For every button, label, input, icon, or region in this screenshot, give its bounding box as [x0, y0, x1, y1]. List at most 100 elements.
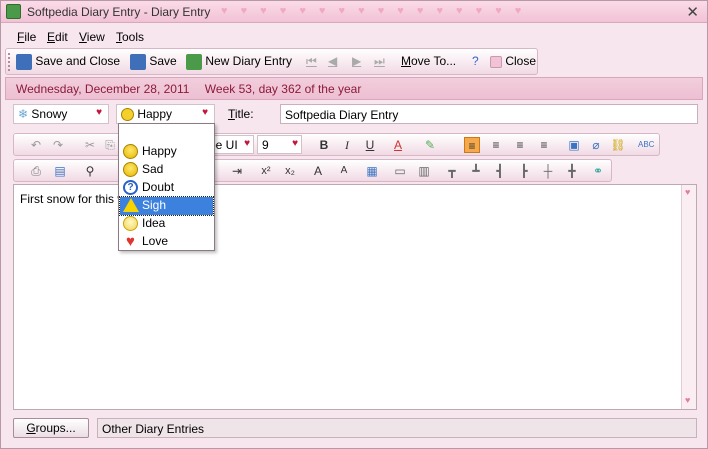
- insert-image-icon[interactable]: ▣: [566, 137, 582, 153]
- insert-table-icon[interactable]: ▦: [364, 163, 380, 179]
- redo-icon[interactable]: ↷: [50, 137, 66, 153]
- delete-row-icon[interactable]: ┻: [468, 163, 484, 179]
- table-row-icon[interactable]: ▭: [392, 163, 408, 179]
- undo-icon[interactable]: ↶: [28, 137, 44, 153]
- mood-option-label: Happy: [142, 144, 177, 158]
- align-left-icon[interactable]: ≡: [464, 137, 480, 153]
- superscript-icon[interactable]: x²: [258, 163, 274, 179]
- new-diary-entry-label: New Diary Entry: [205, 54, 293, 69]
- bold-icon[interactable]: B: [316, 137, 332, 153]
- highlight-icon[interactable]: ✎: [422, 137, 438, 153]
- grow-font-icon[interactable]: A: [310, 163, 326, 179]
- mood-option-idea[interactable]: Idea: [120, 215, 213, 233]
- window-close-button[interactable]: ✕: [686, 3, 699, 21]
- merge-cells-icon[interactable]: ┫: [492, 163, 508, 179]
- save-and-close-button[interactable]: Save and Close: [16, 54, 120, 70]
- save-close-icon: [16, 54, 32, 70]
- heart-icon: ♥: [126, 233, 135, 250]
- mood-dropdown-list: Happy Sad ? Doubt Sigh Idea ♥ Love: [118, 123, 215, 251]
- shrink-font-icon[interactable]: A: [336, 163, 352, 179]
- entry-date: Wednesday, December 28, 2011: [16, 82, 190, 96]
- heart-dropdown-icon: ♥: [96, 107, 102, 118]
- justify-icon[interactable]: ≡: [536, 137, 552, 153]
- save-and-close-label: Save and Close: [35, 54, 121, 69]
- happy-icon: [123, 144, 138, 159]
- move-to-button[interactable]: Move To...: [401, 54, 456, 68]
- main-toolbar: Save and Close Save New Diary Entry ⏮ ◀ …: [5, 48, 538, 75]
- mood-option-love[interactable]: ♥ Love: [120, 233, 213, 251]
- heart-dropdown-icon: ♥: [202, 107, 208, 118]
- menu-file[interactable]: File: [17, 30, 36, 44]
- close-button[interactable]: Close: [490, 54, 536, 68]
- subscript-icon[interactable]: x₂: [282, 163, 298, 179]
- mood-option-doubt[interactable]: ? Doubt: [120, 179, 213, 197]
- align-right-icon[interactable]: ≡: [512, 137, 528, 153]
- toolbar-grip[interactable]: [8, 53, 11, 71]
- italic-icon[interactable]: I: [339, 137, 355, 153]
- first-entry-icon[interactable]: ⏮: [306, 54, 317, 69]
- scroll-up-icon[interactable]: ♥: [685, 187, 690, 197]
- font-size-select[interactable]: 9 ♥: [257, 135, 302, 154]
- font-color-icon[interactable]: A: [390, 137, 406, 153]
- window-title: Softpedia Diary Entry - Diary Entry: [27, 5, 211, 19]
- hyperlink-icon[interactable]: ⚭: [590, 163, 606, 179]
- other-diary-entries-field[interactable]: Other Diary Entries: [97, 418, 697, 438]
- split-cells-icon[interactable]: ┣: [516, 163, 532, 179]
- mood-option-happy[interactable]: Happy: [120, 143, 213, 161]
- insert-row-icon[interactable]: ┳: [444, 163, 460, 179]
- menu-tools[interactable]: Tools: [116, 30, 144, 44]
- cut-icon[interactable]: ✂: [82, 137, 98, 153]
- insert-link-icon[interactable]: ⛓: [610, 137, 626, 153]
- entry-editor[interactable]: First snow for this w ♥ ♥: [13, 184, 697, 410]
- preview-icon[interactable]: ▤: [52, 163, 68, 179]
- entry-text: First snow for this w: [20, 192, 127, 206]
- mood-select[interactable]: Happy ♥: [116, 104, 215, 124]
- sad-icon: [123, 162, 138, 177]
- table-col-icon[interactable]: ▥: [416, 163, 432, 179]
- align-center-icon[interactable]: ≡: [488, 137, 504, 153]
- font-size-value: 9: [262, 138, 269, 152]
- save-button[interactable]: Save: [130, 54, 177, 70]
- mood-value: Happy: [137, 107, 173, 121]
- find-icon[interactable]: ⚲: [82, 163, 98, 179]
- weather-select[interactable]: ❄ Snowy ♥: [13, 104, 109, 124]
- menu-edit[interactable]: Edit: [47, 30, 68, 44]
- mood-option-label: Idea: [142, 216, 166, 230]
- new-diary-entry-button[interactable]: New Diary Entry: [186, 54, 292, 70]
- warning-icon: [123, 198, 139, 212]
- diary-entry-window: Softpedia Diary Entry - Diary Entry ♥ ♥ …: [0, 0, 708, 449]
- heart-dropdown-icon: ♥: [244, 138, 250, 149]
- print-icon[interactable]: ⎙: [28, 163, 44, 179]
- mood-option-label: Sad: [142, 162, 164, 176]
- snowflake-icon: ❄: [18, 107, 29, 121]
- close-icon: [490, 55, 502, 68]
- spellcheck-icon[interactable]: ABC: [638, 137, 654, 153]
- save-label: Save: [149, 54, 177, 69]
- previous-entry-icon[interactable]: ◀: [328, 54, 337, 68]
- date-bar: Wednesday, December 28, 2011 Week 53, da…: [5, 77, 703, 100]
- save-icon: [130, 54, 146, 70]
- menu-view[interactable]: View: [79, 30, 105, 44]
- title-label: Title:: [228, 107, 254, 121]
- underline-icon[interactable]: U: [362, 137, 378, 153]
- groups-button[interactable]: Groups...: [13, 418, 89, 438]
- table-props-icon[interactable]: ┼: [540, 163, 556, 179]
- mood-option-sigh[interactable]: Sigh: [119, 196, 214, 216]
- help-icon[interactable]: ?: [472, 54, 479, 68]
- scroll-down-icon[interactable]: ♥: [685, 395, 690, 405]
- week-info: Week 53, day 362 of the year: [204, 82, 362, 96]
- mood-option-sad[interactable]: Sad: [120, 161, 213, 179]
- attach-icon[interactable]: ⌀: [588, 137, 604, 153]
- copy-icon[interactable]: ⎘: [102, 137, 118, 153]
- editor-scrollbar[interactable]: ♥ ♥: [681, 185, 696, 409]
- doubt-icon: ?: [123, 180, 138, 195]
- weather-value: Snowy: [31, 107, 68, 121]
- title-input[interactable]: Softpedia Diary Entry: [280, 104, 698, 124]
- format-toolbar-1: ↶ ↷ ✂ ⎘ pe UI ♥ 9 ♥ B I U A ✎ ≡ ≡ ≡ ≡ ▣ …: [13, 133, 660, 156]
- indent-icon[interactable]: ⇥: [229, 163, 245, 179]
- menu-bar: File Edit View Tools: [1, 25, 707, 47]
- table-borders-icon[interactable]: ╋: [564, 163, 580, 179]
- last-entry-icon[interactable]: ⏭: [374, 54, 385, 69]
- next-entry-icon[interactable]: ▶: [352, 54, 361, 68]
- mood-option-label: Love: [142, 234, 169, 248]
